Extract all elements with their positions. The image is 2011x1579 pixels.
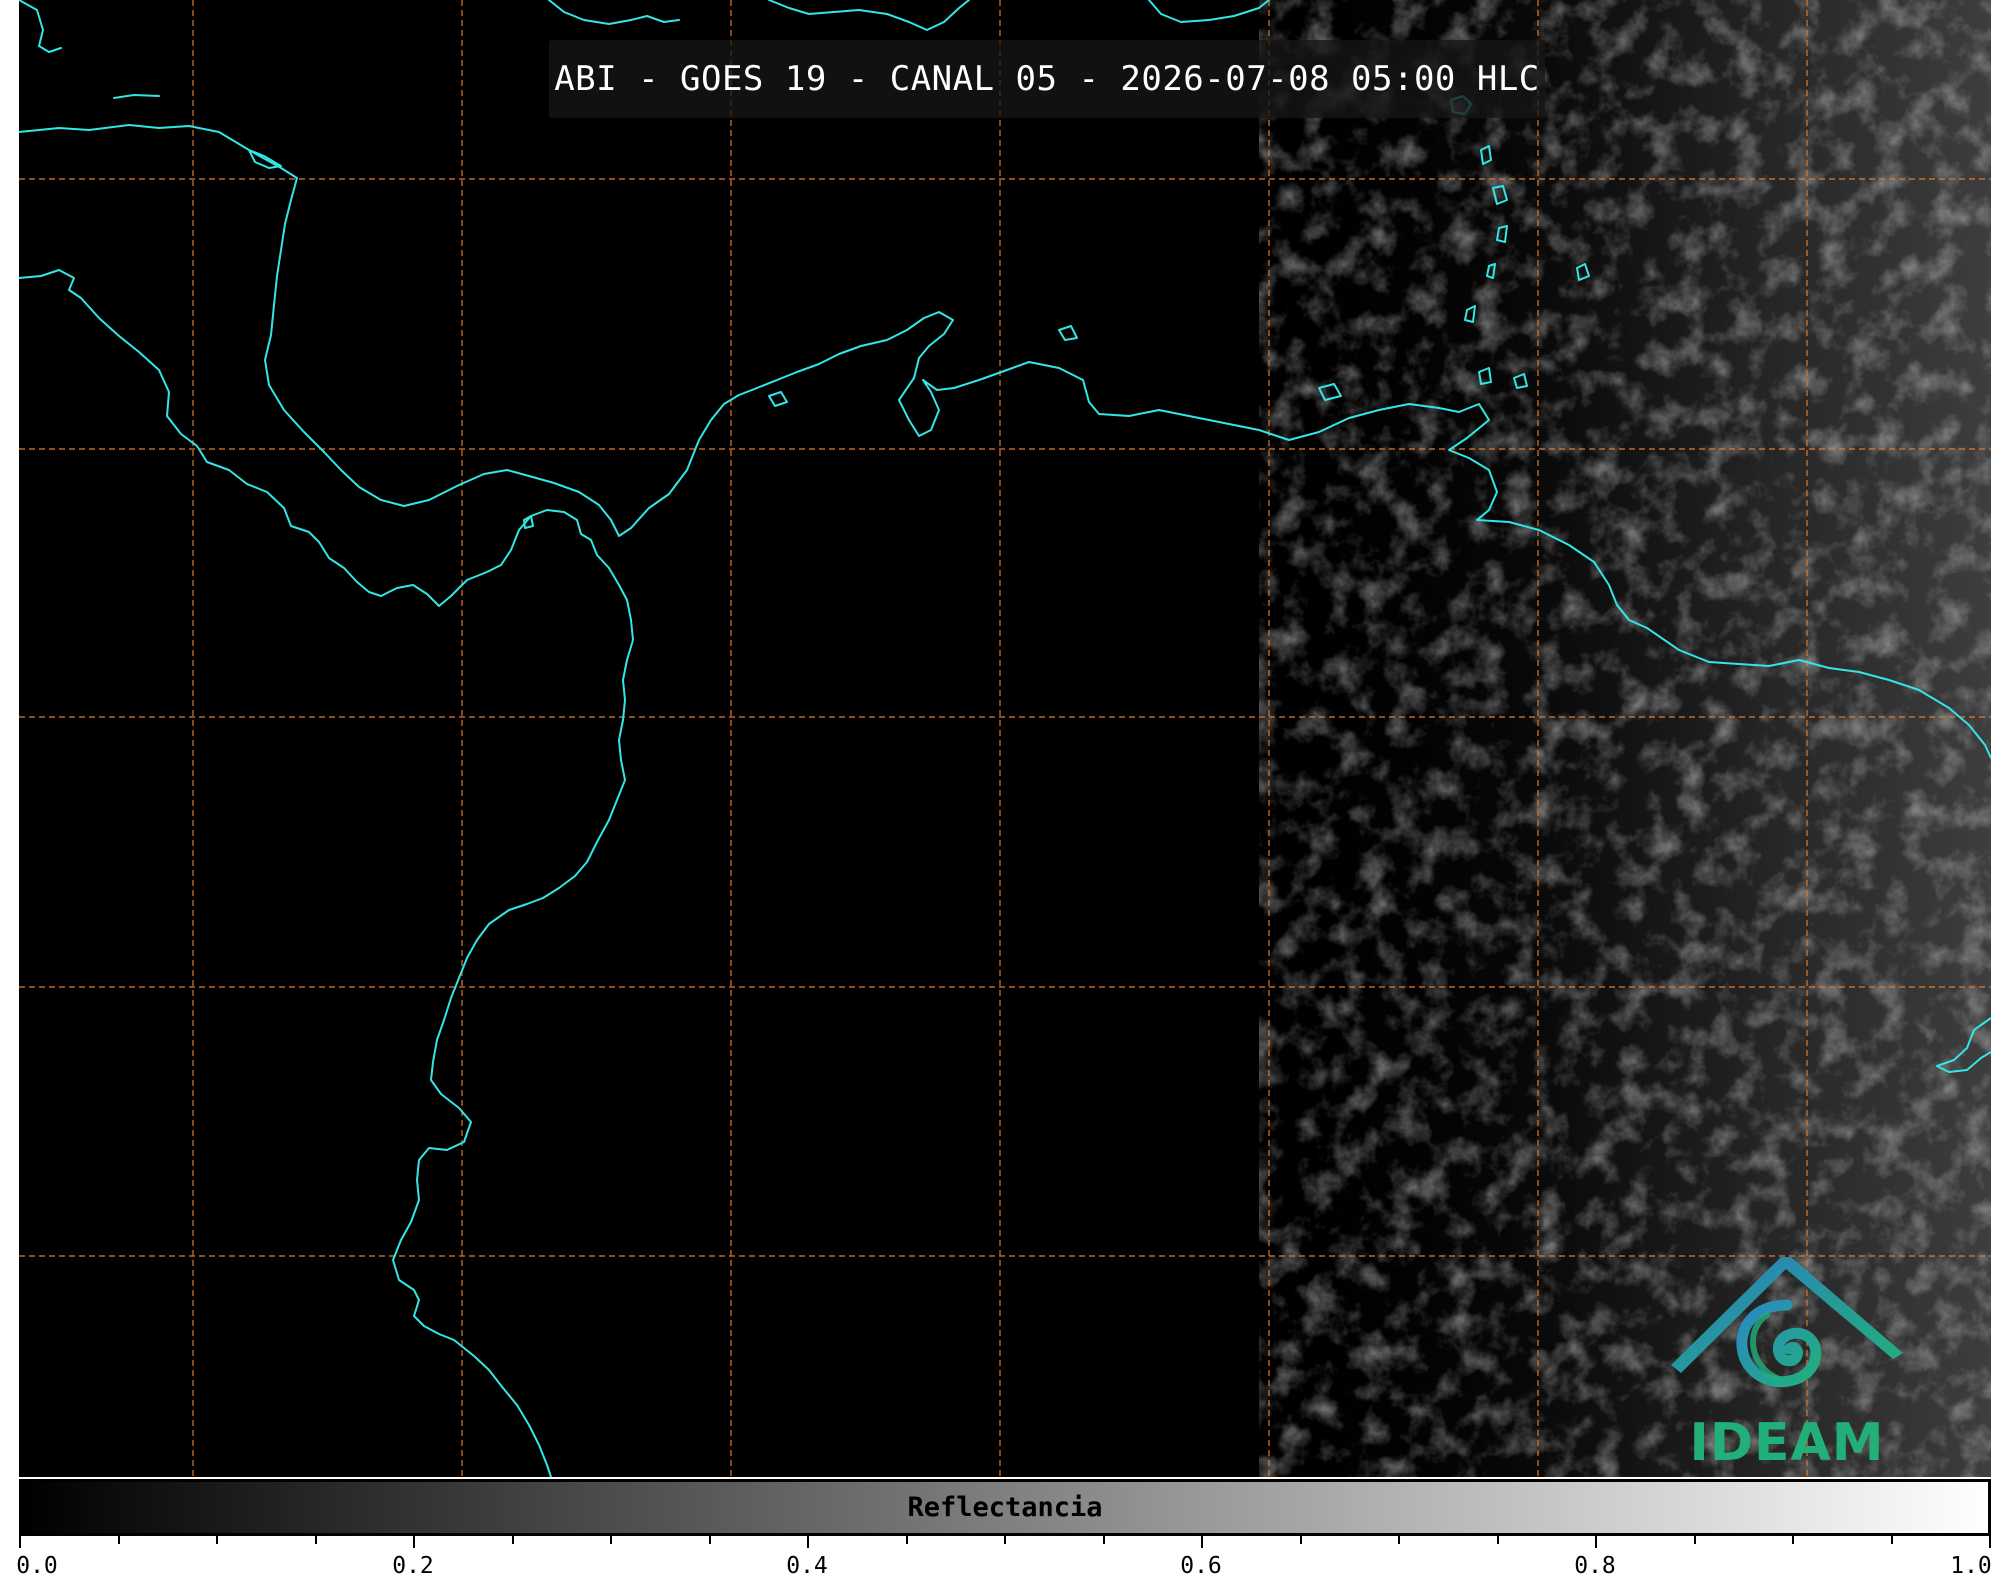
colorbar-major-tick bbox=[1989, 1536, 1991, 1548]
map-title-box: ABI - GOES 19 - CANAL 05 - 2026-07-08 05… bbox=[549, 40, 1545, 118]
ideam-mountain-swirl-icon bbox=[1671, 1257, 1903, 1388]
colorbar-minor-tick bbox=[314, 1536, 317, 1544]
coastline-gulf bbox=[19, 0, 62, 53]
colorbar-minor-tick bbox=[511, 1536, 514, 1544]
colorbar-tick-label: 1.0 bbox=[1950, 1553, 1992, 1579]
colorbar-minor-tick bbox=[1693, 1536, 1696, 1544]
coastline-island bbox=[1058, 325, 1078, 341]
colorbar-axis: 0.0 0.2 0.4 0.6 0.8 1.0 bbox=[16, 1536, 1992, 1579]
colorbar-tick-label: 0.6 bbox=[1180, 1553, 1222, 1579]
colorbar-major-tick bbox=[1595, 1536, 1597, 1548]
coastline-island bbox=[768, 391, 788, 407]
coastline-pacific-north bbox=[19, 269, 634, 1477]
colorbar-minor-tick bbox=[1004, 1536, 1006, 1544]
colorbar-major-tick bbox=[19, 1536, 21, 1548]
ideam-logo: IDEAM bbox=[1667, 1255, 1907, 1473]
coastline-greater-antilles bbox=[548, 0, 680, 25]
colorbar-minor-tick bbox=[1890, 1536, 1893, 1544]
colorbar-tick-label: 0.8 bbox=[1574, 1553, 1616, 1579]
colorbar-major-tick bbox=[413, 1536, 415, 1548]
colorbar-minor-tick bbox=[117, 1536, 120, 1544]
colorbar-minor-tick bbox=[1792, 1536, 1794, 1544]
colorbar-minor-tick bbox=[1102, 1536, 1105, 1544]
coastline-greater-antilles bbox=[768, 0, 970, 31]
colorbar-label: Reflectancia bbox=[907, 1492, 1103, 1523]
colorbar-minor-tick bbox=[216, 1536, 218, 1544]
map-title: ABI - GOES 19 - CANAL 05 - 2026-07-08 05… bbox=[554, 59, 1540, 99]
colorbar-major-tick bbox=[1201, 1536, 1203, 1548]
colorbar-tick-label: 0.2 bbox=[392, 1553, 434, 1579]
colorbar-minor-tick bbox=[905, 1536, 908, 1544]
colorbar-tick-label: 0.4 bbox=[786, 1553, 828, 1579]
colorbar-minor-tick bbox=[1496, 1536, 1499, 1544]
ideam-logo-text: IDEAM bbox=[1689, 1413, 1885, 1473]
colorbar-tick-label: 0.0 bbox=[16, 1553, 58, 1579]
colorbar-minor-tick bbox=[1299, 1536, 1302, 1544]
colorbar-major-tick bbox=[807, 1536, 809, 1548]
coastline-greater-antilles bbox=[1148, 0, 1270, 23]
satellite-map: ABI - GOES 19 - CANAL 05 - 2026-07-08 05… bbox=[19, 0, 1991, 1477]
colorbar-minor-tick bbox=[1398, 1536, 1400, 1544]
colorbar: Reflectancia bbox=[19, 1479, 1991, 1536]
colorbar-minor-tick bbox=[708, 1536, 711, 1544]
coastline-gulf bbox=[113, 94, 160, 99]
colorbar-minor-tick bbox=[610, 1536, 612, 1544]
